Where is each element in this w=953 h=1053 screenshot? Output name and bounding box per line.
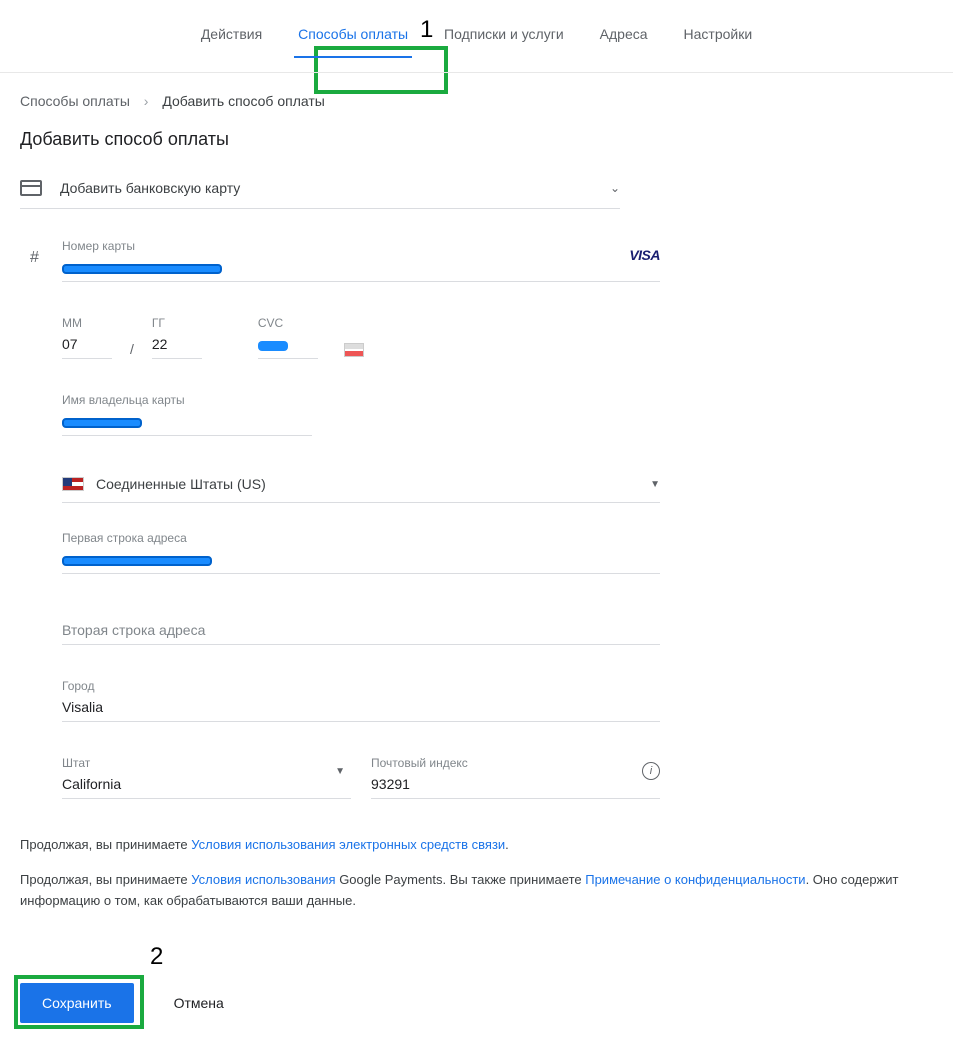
terms-text: Продолжая, вы принимаете <box>20 837 191 852</box>
zip-label: Почтовый индекс <box>371 756 660 770</box>
country-select[interactable]: Соединенные Штаты (US) ▼ <box>62 466 660 503</box>
card-number-field[interactable]: # Номер карты VISA <box>62 221 660 282</box>
card-icon <box>20 180 42 196</box>
cvc-redacted <box>258 341 288 351</box>
yy-label: ГГ <box>152 316 202 330</box>
save-button[interactable]: Сохранить <box>20 983 134 1023</box>
card-number-redacted <box>62 264 222 274</box>
address-line1-redacted <box>62 556 212 566</box>
breadcrumb-separator: › <box>144 93 149 109</box>
cardholder-redacted <box>62 418 142 428</box>
tab-bar: Действия Способы оплаты Подписки и услуг… <box>0 0 953 73</box>
expiry-year-field[interactable]: ГГ 22 <box>152 298 202 359</box>
tab-payment-methods[interactable]: Способы оплаты <box>294 20 412 58</box>
cardholder-field[interactable]: Имя владельца карты <box>62 375 312 436</box>
zip-field[interactable]: Почтовый индекс 93291 i <box>371 738 660 799</box>
tab-settings[interactable]: Настройки <box>680 20 757 58</box>
state-label: Штат <box>62 756 351 770</box>
payment-method-select[interactable]: Добавить банковскую карту ⌄ <box>20 174 620 209</box>
payment-method-label: Добавить банковскую карту <box>60 180 610 196</box>
info-icon[interactable]: i <box>642 762 660 780</box>
yy-value: 22 <box>152 332 202 358</box>
cvc-field[interactable]: CVC <box>258 298 318 359</box>
visa-logo: VISA <box>629 247 660 263</box>
mm-label: ММ <box>62 316 112 330</box>
state-value: California <box>62 772 351 798</box>
terms-link-1[interactable]: Условия использования электронных средст… <box>191 837 505 852</box>
city-field[interactable]: Город Visalia <box>62 661 660 722</box>
tab-actions[interactable]: Действия <box>197 20 266 58</box>
address-line2-placeholder: Вторая строка адреса <box>62 618 660 644</box>
terms-text: Google Payments. Вы также принимаете <box>336 872 586 887</box>
card-number-label: Номер карты <box>62 239 660 253</box>
terms-block: Продолжая, вы принимаете Условия использ… <box>20 835 933 911</box>
cancel-button[interactable]: Отмена <box>174 995 224 1011</box>
expiry-slash: / <box>130 341 134 365</box>
cardholder-label: Имя владельца карты <box>62 393 312 407</box>
tab-subscriptions[interactable]: Подписки и услуги <box>440 20 568 58</box>
page-title: Добавить способ оплаты <box>20 129 933 150</box>
terms-link-2[interactable]: Условия использования <box>191 872 335 887</box>
address-line1-label: Первая строка адреса <box>62 531 660 545</box>
country-value: Соединенные Штаты (US) <box>96 476 650 492</box>
annotation-2: 2 <box>150 943 953 971</box>
hash-icon: # <box>30 249 39 267</box>
mm-value: 07 <box>62 332 112 358</box>
city-label: Город <box>62 679 660 693</box>
cvc-label: CVC <box>258 316 318 330</box>
address-line1-field[interactable]: Первая строка адреса <box>62 513 660 574</box>
expiry-month-field[interactable]: ММ 07 <box>62 298 112 359</box>
terms-link-3[interactable]: Примечание о конфиденциальности <box>585 872 805 887</box>
city-value: Visalia <box>62 695 660 721</box>
dropdown-arrow-icon: ▼ <box>650 479 660 490</box>
state-dropdown-icon: ▼ <box>335 766 345 777</box>
tab-addresses[interactable]: Адреса <box>596 20 652 58</box>
terms-text: Продолжая, вы принимаете <box>20 872 191 887</box>
breadcrumb-parent[interactable]: Способы оплаты <box>20 93 130 109</box>
chevron-down-icon: ⌄ <box>610 181 620 195</box>
cvc-hint-icon <box>344 343 364 357</box>
us-flag-icon <box>62 477 84 491</box>
zip-value: 93291 <box>371 772 660 798</box>
breadcrumb: Способы оплаты › Добавить способ оплаты <box>20 93 933 109</box>
address-line2-field[interactable]: Вторая строка адреса <box>62 600 660 645</box>
state-field[interactable]: Штат California ▼ <box>62 738 351 799</box>
breadcrumb-current: Добавить способ оплаты <box>162 93 324 109</box>
